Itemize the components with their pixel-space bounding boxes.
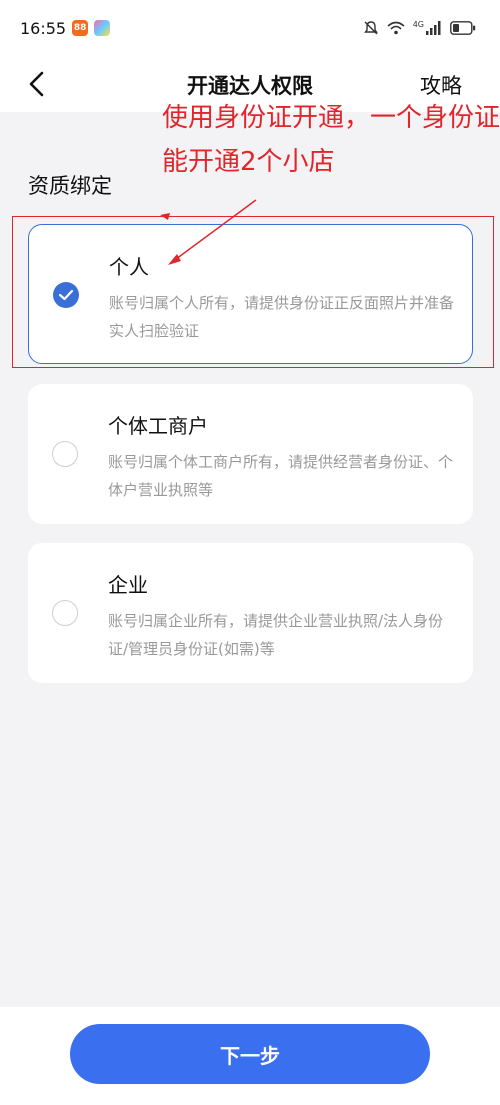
option-title: 企业 <box>108 573 148 597</box>
radio-unchecked[interactable] <box>52 600 78 626</box>
option-card-individual-business[interactable]: 个体工商户 账号归属个体工商户所有，请提供经营者身份证、个体户营业执照等 <box>28 384 473 524</box>
option-description: 账号归属个体工商户所有，请提供经营者身份证、个体户营业执照等 <box>108 453 454 499</box>
annotation-arrow-icon <box>160 199 257 265</box>
next-step-button[interactable]: 下一步 <box>70 1024 430 1084</box>
page: 16:55 88 4G 开通达人权限 攻略 使用身份证开通，一个身份证能开通2个… <box>0 0 500 1105</box>
option-description: 账号归属企业所有，请提供企业营业执照/法人身份证/管理员身份证(如需)等 <box>108 612 444 658</box>
option-title: 个体工商户 <box>108 414 208 438</box>
bottom-bar: 下一步 <box>0 1007 500 1105</box>
radio-unchecked[interactable] <box>52 441 78 467</box>
option-card-enterprise[interactable]: 企业 账号归属企业所有，请提供企业营业执照/法人身份证/管理员身份证(如需)等 <box>28 543 473 683</box>
